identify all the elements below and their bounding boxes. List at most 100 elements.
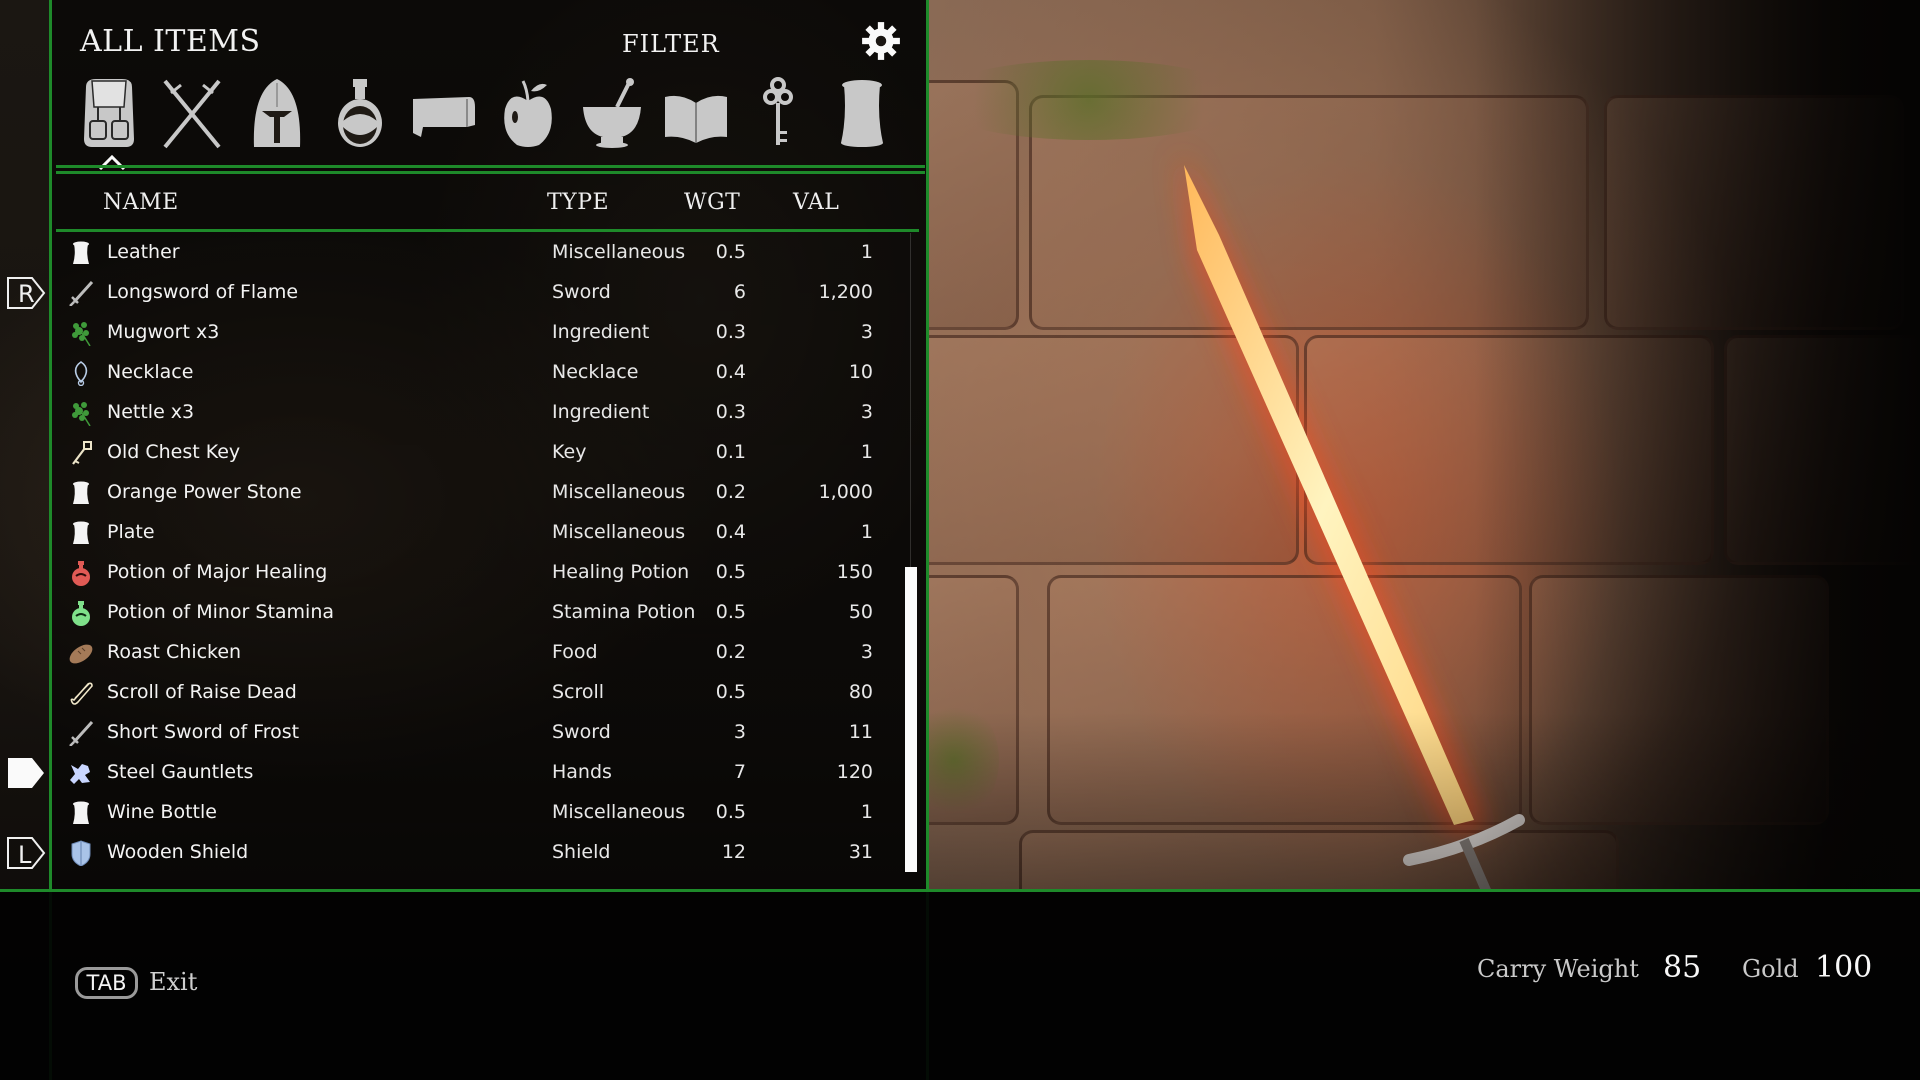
item-name: Necklace — [107, 361, 194, 383]
item-name: Potion of Major Healing — [107, 561, 328, 583]
column-header-name[interactable]: NAME — [103, 190, 179, 215]
item-type: Necklace — [552, 361, 639, 383]
item-name: Leather — [107, 241, 180, 263]
gear-icon[interactable] — [860, 20, 902, 62]
item-row[interactable]: Potion of Major Healing Healing Potion 0.5… — [60, 553, 873, 593]
herb-icon — [72, 322, 91, 346]
misc-icon — [73, 241, 89, 264]
tab-key-badge[interactable]: TAB — [75, 967, 138, 999]
gauntlets-icon — [70, 764, 90, 784]
category-misc[interactable] — [825, 76, 899, 150]
category-food[interactable] — [491, 76, 565, 150]
item-value: 3 — [860, 401, 873, 423]
item-type: Shield — [552, 841, 611, 863]
select-item-arrow-icon — [8, 758, 44, 788]
item-name: Potion of Minor Stamina — [107, 601, 335, 623]
category-potions[interactable] — [323, 76, 397, 150]
item-row[interactable]: Nettle x3 Ingredient 0.3 3 — [60, 393, 873, 433]
item-preview-3d — [929, 0, 1920, 890]
item-weight: 0.2 — [715, 481, 746, 503]
item-row[interactable]: Wooden Shield Shield 12 31 — [60, 833, 873, 873]
category-scrolls[interactable] — [407, 76, 481, 150]
sword-icon — [69, 720, 94, 746]
item-type: Ingredient — [552, 321, 650, 343]
item-type: Healing Potion — [552, 561, 690, 583]
misc-icon — [73, 521, 89, 544]
column-header-divider — [56, 229, 919, 232]
item-name: Orange Power Stone — [107, 481, 302, 503]
scroll-icon — [70, 682, 93, 705]
herb-icon — [72, 402, 91, 426]
category-weapons[interactable] — [155, 76, 229, 150]
item-row[interactable]: Scroll of Raise Dead Scroll 0.5 80 — [60, 673, 873, 713]
footer-divider — [0, 889, 1920, 892]
potion-icon — [338, 79, 382, 147]
r-bumper-button[interactable]: R — [6, 276, 46, 310]
item-name: Plate — [107, 521, 155, 543]
item-row[interactable]: Orange Power Stone Miscellaneous 0.2 1,000 — [60, 473, 873, 513]
r-bumper-label: R — [18, 280, 35, 308]
gold-label: Gold — [1742, 955, 1799, 983]
l-bumper-button[interactable]: L — [6, 836, 46, 870]
mortar-pestle-icon — [583, 78, 641, 148]
stamina-potion-icon — [72, 601, 90, 626]
item-name: Scroll of Raise Dead — [107, 681, 297, 703]
scrollbar-thumb[interactable] — [905, 567, 917, 872]
item-name: Short Sword of Frost — [107, 721, 300, 743]
item-row[interactable]: Roast Chicken Food 0.2 3 — [60, 633, 873, 673]
item-weight: 0.1 — [715, 441, 746, 463]
category-books[interactable] — [659, 76, 733, 150]
item-value: 80 — [848, 681, 873, 703]
item-name: Steel Gauntlets — [107, 761, 254, 783]
item-row[interactable]: Potion of Minor Stamina Stamina Potion 0.5… — [60, 593, 873, 633]
item-row[interactable]: Leather Miscellaneous 0.5 1 — [60, 233, 873, 273]
exit-button[interactable]: Exit — [149, 968, 197, 996]
item-row[interactable]: Old Chest Key Key 0.1 1 — [60, 433, 873, 473]
backpack-icon — [84, 79, 134, 147]
item-row[interactable]: Wine Bottle Miscellaneous 0.5 1 — [60, 793, 873, 833]
item-type: Miscellaneous — [552, 801, 686, 823]
item-row[interactable]: Short Sword of Frost Sword 3 11 — [60, 713, 873, 753]
item-name: Old Chest Key — [107, 441, 241, 463]
item-value: 3 — [860, 641, 873, 663]
scrollbar-track[interactable] — [910, 233, 911, 567]
category-keys[interactable] — [741, 76, 815, 150]
misc-icon — [73, 481, 89, 504]
filter-button[interactable]: FILTER — [622, 30, 720, 58]
item-type: Stamina Potion — [552, 601, 696, 623]
carry-weight-label: Carry Weight — [1477, 955, 1639, 983]
item-weight: 6 — [733, 281, 746, 303]
item-value: 3 — [860, 321, 873, 343]
book-icon — [665, 95, 727, 143]
item-type: Miscellaneous — [552, 481, 686, 503]
item-weight: 0.5 — [715, 681, 746, 703]
item-weight: 0.3 — [715, 321, 746, 343]
column-header-value[interactable]: VAL — [793, 190, 839, 215]
item-weight: 0.5 — [715, 561, 746, 583]
item-list: Leather Miscellaneous 0.5 1 Longsword of Fla… — [60, 233, 873, 873]
item-type: Ingredient — [552, 401, 650, 423]
item-value: 10 — [848, 361, 873, 383]
shield-icon — [71, 840, 91, 866]
item-weight: 0.3 — [715, 401, 746, 423]
footer-bar — [0, 892, 1920, 1080]
item-weight: 0.5 — [715, 601, 746, 623]
item-row[interactable]: Longsword of Flame Sword 6 1,200 — [60, 273, 873, 313]
category-all-items[interactable] — [72, 76, 146, 150]
item-name: Nettle x3 — [107, 401, 195, 423]
item-row[interactable]: Plate Miscellaneous 0.4 1 — [60, 513, 873, 553]
necklace-icon — [74, 361, 88, 386]
category-ingredients[interactable] — [575, 76, 649, 150]
item-type: Key — [552, 441, 587, 463]
item-row[interactable]: Mugwort x3 Ingredient 0.3 3 — [60, 313, 873, 353]
item-value: 1,000 — [818, 481, 873, 503]
column-header-weight[interactable]: WGT — [684, 190, 740, 215]
column-header-type[interactable]: TYPE — [547, 190, 609, 215]
item-row[interactable]: Necklace Necklace 0.4 10 — [60, 353, 873, 393]
item-type: Hands — [552, 761, 612, 783]
item-value: 31 — [848, 841, 873, 863]
item-name: Longsword of Flame — [107, 281, 299, 303]
item-row[interactable]: Steel Gauntlets Hands 7 120 — [60, 753, 873, 793]
item-value: 1,200 — [818, 281, 873, 303]
category-apparel[interactable] — [240, 76, 314, 150]
